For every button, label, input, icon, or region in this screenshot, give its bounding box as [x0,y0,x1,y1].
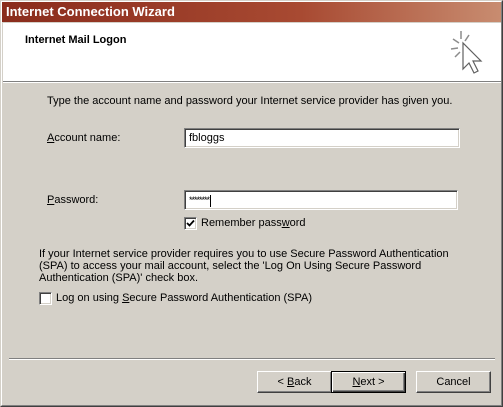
remember-password-checkbox[interactable] [184,217,197,230]
wizard-window: Internet Connection Wizard Internet Mail… [0,0,503,407]
intro-text: Type the account name and password your … [47,95,453,107]
back-button[interactable]: < Back [257,371,332,393]
next-button[interactable]: Next > [331,371,406,393]
title-bar[interactable]: Internet Connection Wizard [2,2,501,22]
window-title: Internet Connection Wizard [6,4,175,19]
text-caret [210,194,212,207]
spa-checkbox[interactable] [39,292,52,305]
header-divider-highlight [3,82,501,83]
spa-info-text: If your Internet service provider requir… [39,248,449,284]
password-input[interactable]: ******** [184,190,458,210]
account-name-value: fbloggs [189,132,225,144]
page-title: Internet Mail Logon [25,34,127,46]
password-masked-value: ******** [189,195,210,205]
wizard-cursor-icon [450,31,483,74]
account-name-label: Account name: [47,132,121,144]
account-name-input[interactable]: fbloggs [184,128,460,148]
checkmark-icon [186,219,195,227]
button-divider-highlight [9,359,495,360]
spa-checkbox-label[interactable]: Log on using Secure Password Authenticat… [56,292,312,304]
remember-password-label[interactable]: Remember password [201,217,306,229]
cancel-button[interactable]: Cancel [416,371,491,393]
wizard-header: Internet Mail Logon [3,23,501,81]
password-label: Password: [47,194,99,206]
